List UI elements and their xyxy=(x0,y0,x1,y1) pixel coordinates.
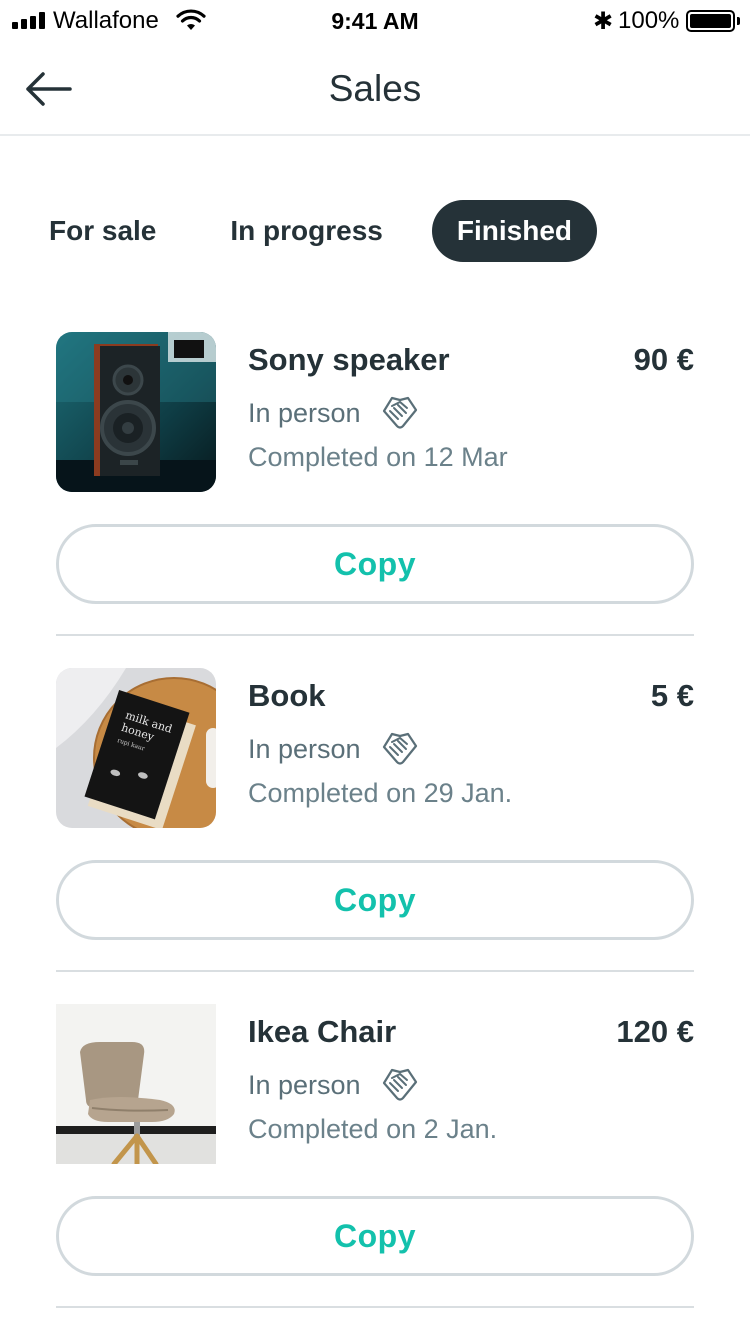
item-image-speaker[interactable] xyxy=(56,332,216,492)
tab-in-progress[interactable]: In progress xyxy=(211,200,401,262)
handshake-icon xyxy=(382,396,417,429)
item-price: 90 € xyxy=(633,342,694,377)
copy-button[interactable]: Copy xyxy=(56,860,694,940)
item-price: 120 € xyxy=(616,1014,694,1049)
delivery-label: In person xyxy=(248,1069,361,1100)
bluetooth-icon: ✱ xyxy=(593,8,614,35)
item-title: Ikea Chair xyxy=(248,1014,397,1049)
item-title: Book xyxy=(248,678,326,713)
delivery-method: In person xyxy=(248,730,419,768)
completed-date: Completed on 2 Jan. xyxy=(248,1114,498,1144)
tab-bar: For sale In progress Finished xyxy=(30,199,597,263)
copy-button[interactable]: Copy xyxy=(56,524,694,604)
list-item: milk and honey rupi kaur Book 5 € In per… xyxy=(56,668,694,1004)
nav-bar: Sales xyxy=(0,40,750,136)
item-title: Sony speaker xyxy=(248,342,450,377)
divider xyxy=(56,1306,694,1308)
item-image-chair[interactable] xyxy=(56,1004,216,1164)
sales-list: Sony speaker 90 € In person Completed on… xyxy=(56,332,694,1340)
handshake-icon xyxy=(382,732,417,765)
battery-icon xyxy=(686,10,735,32)
status-bar: Wallafone 9:41 AM ✱ 100% xyxy=(0,0,750,40)
tab-finished[interactable]: Finished xyxy=(431,200,597,262)
item-image-book[interactable]: milk and honey rupi kaur xyxy=(56,668,216,828)
delivery-method: In person xyxy=(248,394,419,432)
copy-button[interactable]: Copy xyxy=(56,1196,694,1276)
item-price: 5 € xyxy=(650,678,694,713)
completed-date: Completed on 12 Mar xyxy=(248,442,508,472)
list-item: Ikea Chair 120 € In person Completed on … xyxy=(56,1004,694,1340)
page-title: Sales xyxy=(328,68,422,109)
list-item: Sony speaker 90 € In person Completed on… xyxy=(56,332,694,668)
delivery-label: In person xyxy=(248,733,361,764)
completed-date: Completed on 29 Jan. xyxy=(248,778,513,808)
divider xyxy=(56,634,694,636)
divider xyxy=(56,970,694,972)
tab-for-sale[interactable]: For sale xyxy=(30,200,175,262)
delivery-method: In person xyxy=(248,1066,419,1104)
battery-percent: 100% xyxy=(618,7,680,34)
handshake-icon xyxy=(382,1068,417,1101)
delivery-label: In person xyxy=(248,397,361,428)
